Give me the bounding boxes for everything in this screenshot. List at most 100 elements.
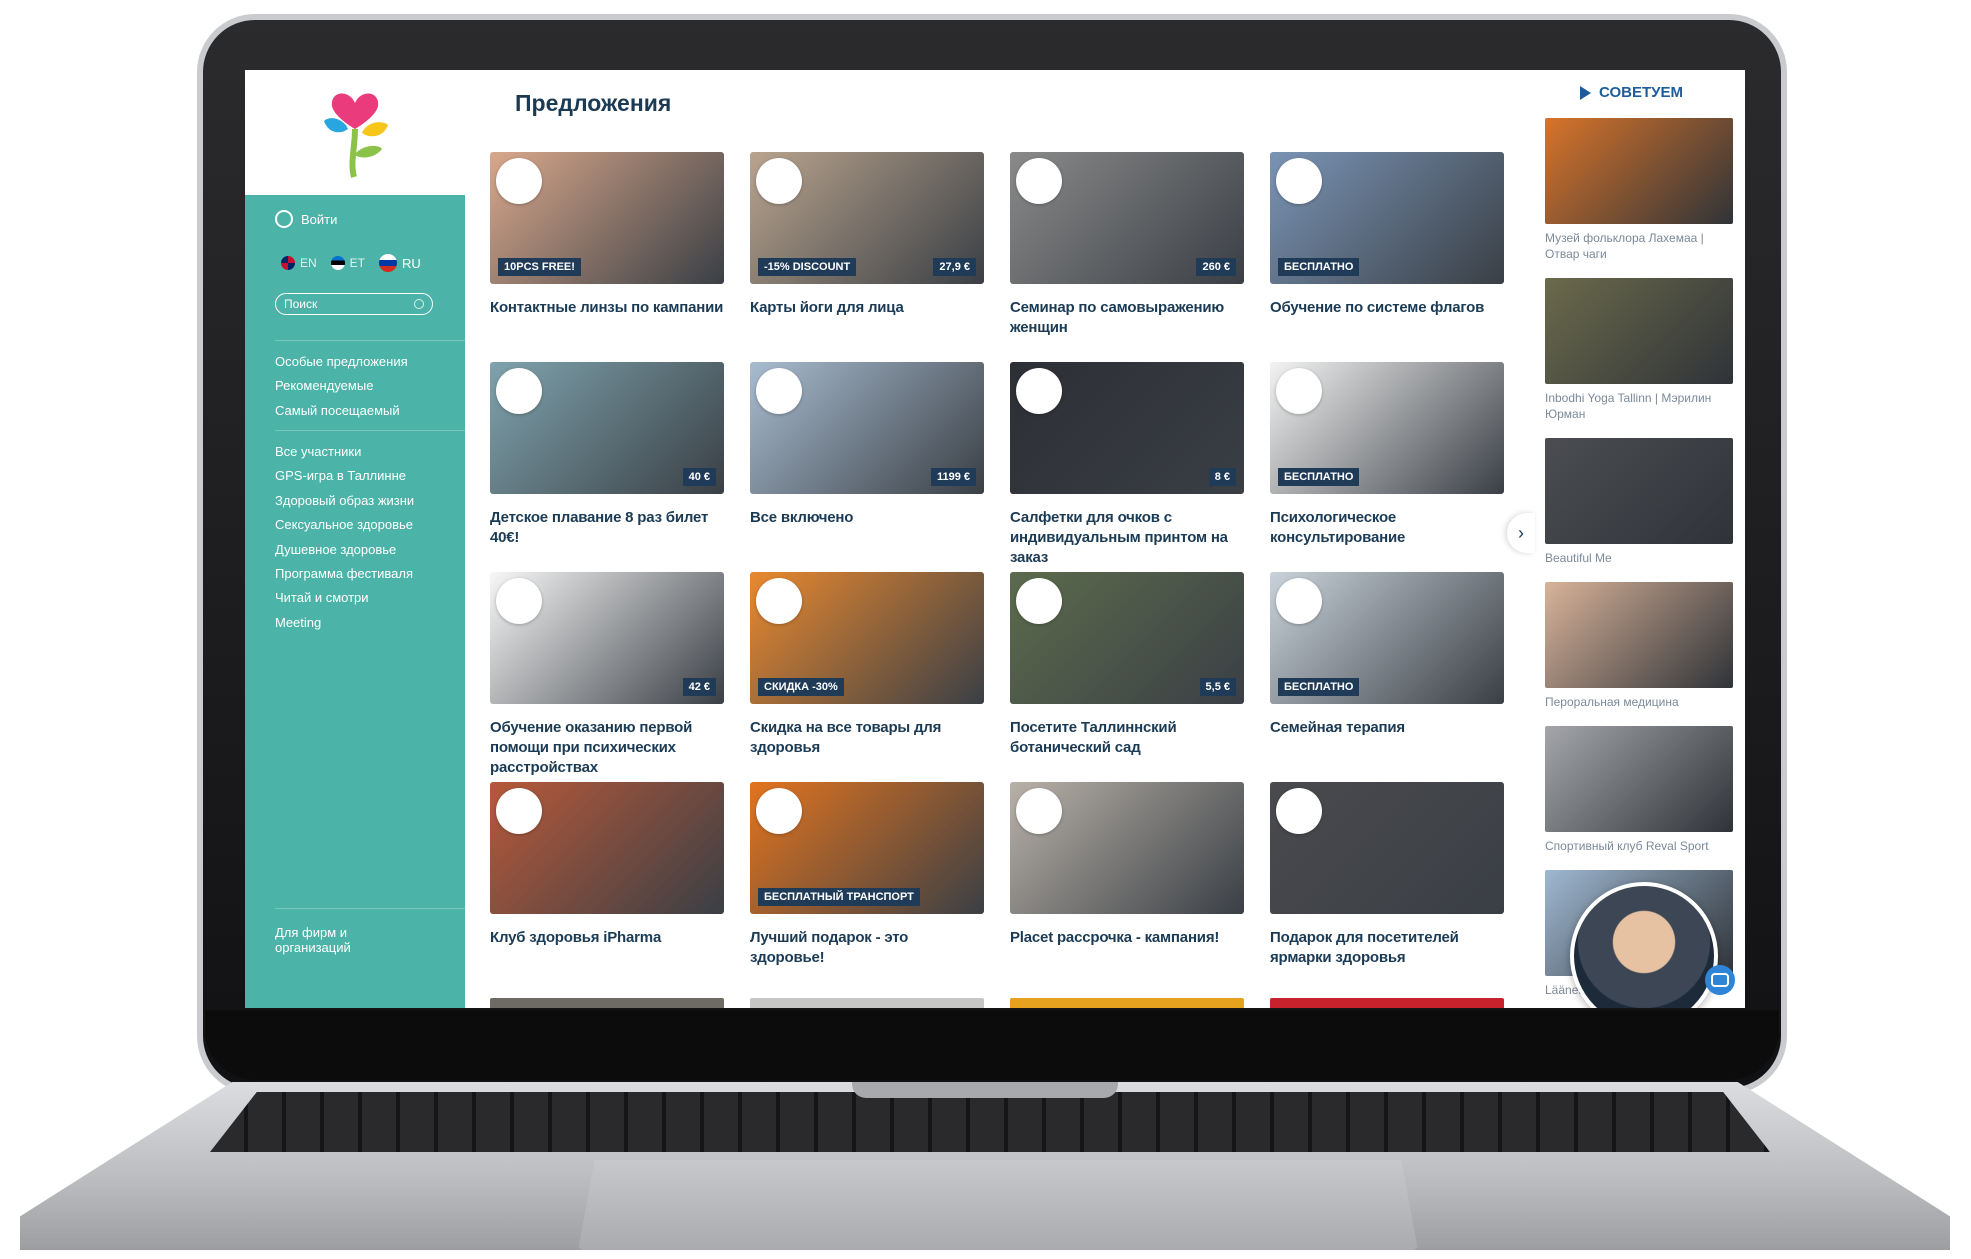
offer-title[interactable]: Клуб здоровья iPharma [490,928,724,948]
nav-all-participants[interactable]: Все участники [275,444,361,459]
nav-mental-health[interactable]: Душевное здоровье [275,542,396,557]
offer-image[interactable]: БЕСПЛАТНО [1270,152,1504,284]
offer-card[interactable]: БЕСПЛАТНО Обучение по системе флагов [1270,152,1504,318]
offer-badge: 10PCS FREE! [498,258,581,276]
offer-image[interactable]: 260 € [1010,152,1244,284]
nav-healthy-lifestyle[interactable]: Здоровый образ жизни [275,493,414,508]
recommend-title[interactable]: Beautiful Me [1545,550,1733,566]
offer-card[interactable]: БЕСПЛАТНЫЙ ТРАНСПОРТ Лучший подарок - это… [750,782,984,968]
logo[interactable] [245,70,465,195]
offer-image[interactable]: 40 € [490,362,724,494]
recommend-item[interactable]: Пероральная медицина [1545,582,1733,710]
offer-image[interactable]: 42 € [490,572,724,704]
recommend-image[interactable] [1545,726,1733,832]
uk-flag-icon [281,256,295,270]
offer-card[interactable]: Клуб здоровья iPharma [490,782,724,948]
card-partial [1010,998,1244,1008]
offer-image[interactable]: 8 € [1010,362,1244,494]
offer-title[interactable]: Обучение оказанию первой помощи при псих… [490,718,724,778]
nav-gps-game[interactable]: GPS-игра в Таллинне [275,468,406,483]
chevron-right-icon: › [1518,522,1524,543]
offer-title[interactable]: Обучение по системе флагов [1270,298,1504,318]
offer-image[interactable]: 5,5 € [1010,572,1244,704]
nav-read-and-watch[interactable]: Читай и смотри [275,590,369,605]
offer-card[interactable]: Подарок для посетителей ярмарки здоровья [1270,782,1504,968]
lang-et[interactable]: ET [330,256,365,270]
recommend-title[interactable]: Inbodhi Yoga Tallinn | Мэрилин Юрман [1545,390,1733,422]
offer-price: 42 € [682,678,716,696]
sidebar-divider [275,908,465,909]
recommend-image[interactable] [1545,438,1733,544]
offer-title[interactable]: Контактные линзы по кампании [490,298,724,318]
offer-image[interactable] [1010,782,1244,914]
nav-recommended[interactable]: Рекомендуемые [275,378,373,393]
search-input[interactable]: Поиск [275,293,433,315]
recommend-item[interactable]: Beautiful Me [1545,438,1733,566]
lang-en[interactable]: EN [281,256,317,270]
recommend-item[interactable]: Музей фольклора Лахемаа | Отвар чаги [1545,118,1733,262]
offer-badge: -15% DISCOUNT [758,258,857,276]
offer-image[interactable]: 10PCS FREE! [490,152,724,284]
offer-title[interactable]: Психологическое консультирование [1270,508,1504,548]
nav-for-companies[interactable]: Для фирм и организаций [275,925,395,955]
offer-title[interactable]: Салфетки для очков с индивидуальным прин… [1010,508,1244,568]
offer-badge: БЕСПЛАТНО [1278,468,1360,486]
offer-image[interactable]: БЕСПЛАТНО [1270,362,1504,494]
offer-card[interactable]: СКИДКА -30% Скидка на все товары для здор… [750,572,984,758]
nav-special-offers[interactable]: Особые предложения [275,354,408,369]
recommend-item[interactable]: Спортивный клуб Reval Sport [1545,726,1733,854]
offer-card[interactable]: 10PCS FREE! Контактные линзы по кампании [490,152,724,318]
offer-card[interactable]: Placet рассрочка - кампания! [1010,782,1244,948]
search-icon[interactable] [414,299,424,309]
offer-title[interactable]: Семинар по самовыражению женщин [1010,298,1244,338]
recommend-title[interactable]: Пероральная медицина [1545,694,1733,710]
offer-image[interactable]: СКИДКА -30% [750,572,984,704]
nav-festival-program[interactable]: Программа фестиваля [275,566,413,581]
offer-card[interactable]: 8 € Салфетки для очков с индивидуальным п… [1010,362,1244,568]
recommend-image[interactable] [1545,278,1733,384]
offer-card[interactable]: БЕСПЛАТНО Психологическое консультировани… [1270,362,1504,548]
offer-title[interactable]: Все включено [750,508,984,528]
offer-card[interactable]: 5,5 € Посетите Таллиннский ботанический с… [1010,572,1244,758]
next-arrow-button[interactable]: › [1507,513,1535,553]
recommend-image[interactable] [1545,118,1733,224]
recommend-item[interactable]: Inbodhi Yoga Tallinn | Мэрилин Юрман [1545,278,1733,422]
offer-card[interactable]: 42 € Обучение оказанию первой помощи при … [490,572,724,778]
laptop-bezel [205,1010,1779,1080]
offer-title[interactable]: Подарок для посетителей ярмарки здоровья [1270,928,1504,968]
offer-card[interactable]: 260 € Семинар по самовыражению женщин [1010,152,1244,338]
nav-meeting[interactable]: Meeting [275,615,321,630]
offer-title[interactable]: Семейная терапия [1270,718,1504,738]
nav-most-visited[interactable]: Самый посещаемый [275,403,400,418]
offer-image[interactable]: -15% DISCOUNT 27,9 € [750,152,984,284]
lang-en-label: EN [300,256,317,270]
offer-title[interactable]: Placet рассрочка - кампания! [1010,928,1244,948]
offer-image[interactable]: БЕСПЛАТНЫЙ ТРАНСПОРТ [750,782,984,914]
lang-ru[interactable]: RU [379,254,421,272]
recommend-image[interactable] [1545,582,1733,688]
brand-logo [1276,578,1322,624]
offer-card[interactable]: -15% DISCOUNT 27,9 € Карты йоги для лица [750,152,984,318]
offer-card[interactable]: 40 € Детское плавание 8 раз билет 40€! [490,362,724,548]
brand-logo [496,578,542,624]
offer-badge: БЕСПЛАТНЫЙ ТРАНСПОРТ [758,888,920,906]
offer-title[interactable]: Посетите Таллиннский ботанический сад [1010,718,1244,758]
offer-image[interactable]: 1199 € [750,362,984,494]
nav-sexual-health[interactable]: Сексуальное здоровье [275,517,413,532]
chat-button[interactable] [1705,965,1735,995]
offer-image[interactable] [490,782,724,914]
offer-image[interactable] [1270,782,1504,914]
login-button[interactable]: Войти [275,210,337,228]
offer-title[interactable]: Детское плавание 8 раз билет 40€! [490,508,724,548]
offer-title[interactable]: Карты йоги для лица [750,298,984,318]
sidebar: Войти EN ET RU Поиск Особые предложения … [245,70,465,1008]
recommend-title[interactable]: Музей фольклора Лахемаа | Отвар чаги [1545,230,1733,262]
offer-title[interactable]: Скидка на все товары для здоровья [750,718,984,758]
card-partial [1270,998,1504,1008]
offer-card[interactable]: 1199 € Все включено [750,362,984,528]
recommend-title[interactable]: Спортивный клуб Reval Sport [1545,838,1733,854]
offer-image[interactable]: БЕСПЛАТНО [1270,572,1504,704]
offer-title[interactable]: Лучший подарок - это здоровье! [750,928,984,968]
laptop-keyboard [210,1092,1770,1152]
offer-card[interactable]: БЕСПЛАТНО Семейная терапия [1270,572,1504,738]
